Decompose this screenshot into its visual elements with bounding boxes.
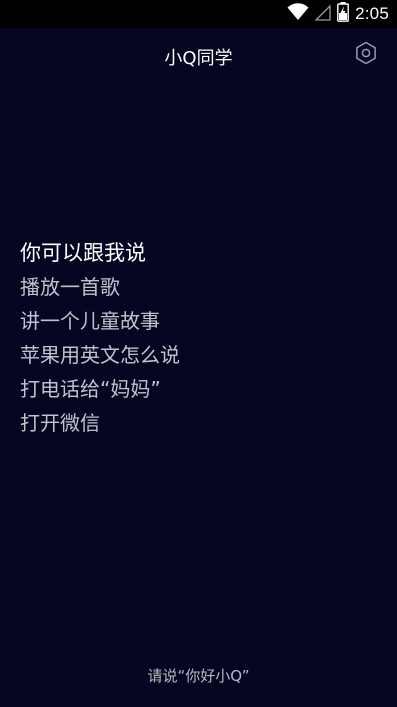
wifi-icon xyxy=(287,3,309,25)
cellular-signal-icon xyxy=(314,3,331,25)
app-header: 小Q同学 xyxy=(0,28,397,84)
suggestion-list: 你可以跟我说 播放一首歌 讲一个儿童故事 苹果用英文怎么说 打电话给“妈妈” 打… xyxy=(20,236,180,440)
settings-button[interactable] xyxy=(353,41,379,69)
suggestion-item-translate-apple[interactable]: 苹果用英文怎么说 xyxy=(20,338,180,372)
suggestion-item-kids-story[interactable]: 讲一个儿童故事 xyxy=(20,304,180,338)
suggestion-item-play-song[interactable]: 播放一首歌 xyxy=(20,270,180,304)
suggestion-item-open-wechat[interactable]: 打开微信 xyxy=(20,406,180,440)
suggestion-heading: 你可以跟我说 xyxy=(20,241,146,265)
wake-word-hint: 请说“你好小Q” xyxy=(147,667,250,685)
battery-charging-icon xyxy=(337,2,350,26)
status-time: 2:05 xyxy=(355,4,389,23)
status-icons: 2:05 xyxy=(287,2,389,26)
gear-icon xyxy=(354,41,378,69)
page-title: 小Q同学 xyxy=(164,48,233,69)
status-bar: 2:05 xyxy=(0,0,397,28)
suggestion-item-call-mom[interactable]: 打电话给“妈妈” xyxy=(20,372,180,406)
